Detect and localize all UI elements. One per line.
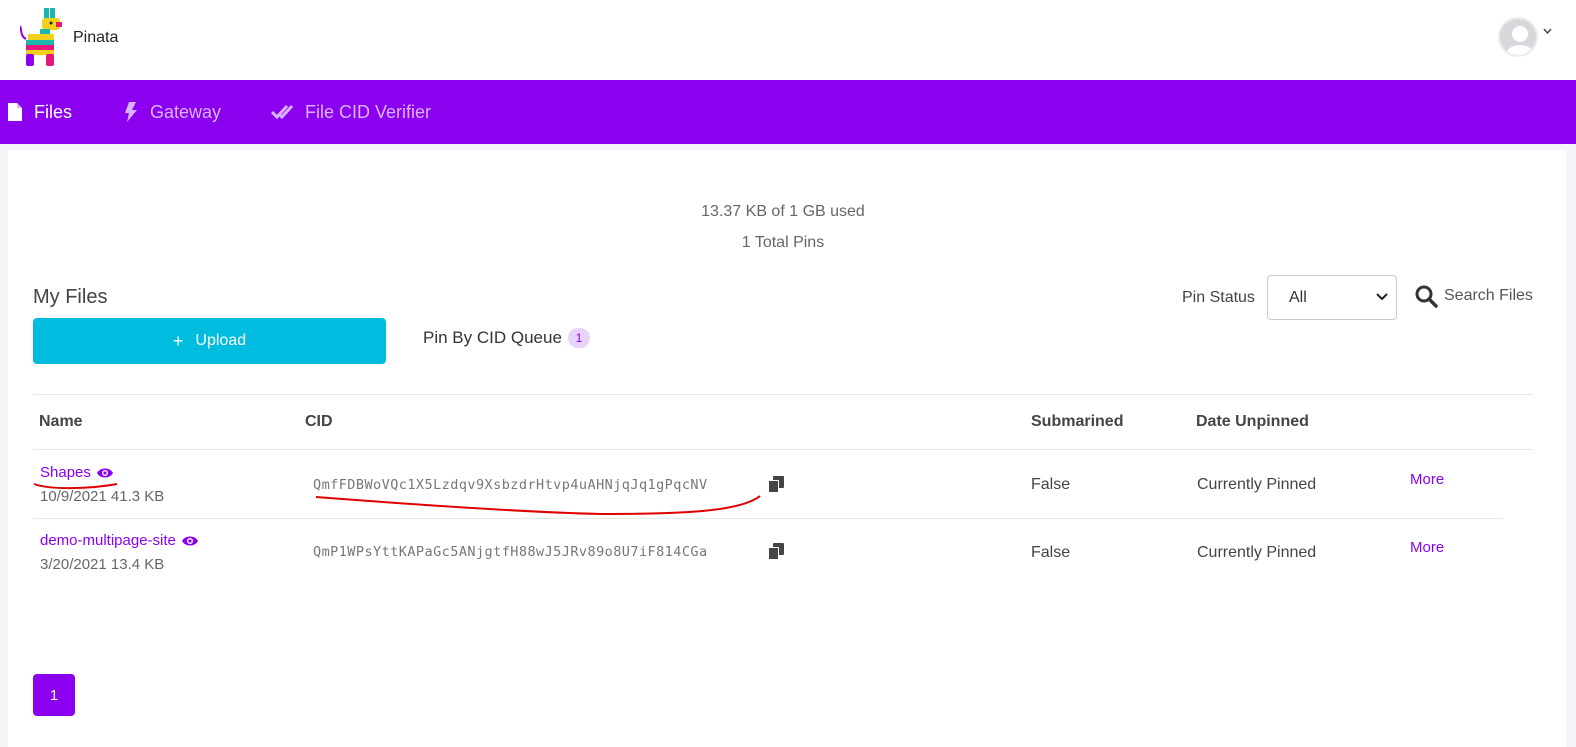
column-header-submarined: Submarined bbox=[1031, 413, 1124, 430]
file-name: demo-multipage-site bbox=[40, 532, 176, 549]
pagination-page-button[interactable]: 1 bbox=[33, 674, 75, 716]
double-check-icon bbox=[271, 104, 293, 120]
copy-icon[interactable] bbox=[768, 476, 784, 493]
chevron-down-icon bbox=[1376, 293, 1388, 301]
date-unpinned-value: Currently Pinned bbox=[1197, 544, 1317, 561]
pin-status-value: All bbox=[1289, 288, 1307, 306]
upload-label: Upload bbox=[195, 332, 247, 349]
queue-label: Pin By CID Queue bbox=[423, 328, 562, 347]
file-name: Shapes bbox=[40, 464, 91, 481]
file-cid: QmP1WPsYttKAPaGc5ANjgtfH88wJ5JRv89o8U7iF… bbox=[313, 544, 708, 560]
user-avatar-icon[interactable] bbox=[1498, 17, 1538, 57]
row-divider bbox=[33, 518, 1503, 519]
more-link[interactable]: More bbox=[1410, 471, 1444, 488]
eye-icon[interactable] bbox=[96, 467, 114, 479]
plus-icon: + bbox=[172, 330, 184, 351]
table-header-divider bbox=[33, 449, 1533, 450]
section-title: My Files bbox=[33, 286, 108, 308]
file-name-link[interactable]: Shapes bbox=[40, 464, 114, 481]
nav-item-gateway[interactable]: Gateway bbox=[124, 80, 221, 144]
column-header-date-unpinned: Date Unpinned bbox=[1196, 413, 1309, 430]
nav-item-file-cid-verifier[interactable]: File CID Verifier bbox=[271, 80, 431, 144]
submarined-value: False bbox=[1031, 544, 1071, 561]
date-unpinned-value: Currently Pinned bbox=[1197, 476, 1317, 493]
upload-button[interactable]: + Upload bbox=[33, 318, 386, 364]
total-pins: 1 Total Pins bbox=[741, 234, 825, 251]
chevron-down-icon[interactable] bbox=[1543, 26, 1552, 37]
storage-usage: 13.37 KB of 1 GB used bbox=[701, 203, 865, 220]
pinata-logo-icon[interactable] bbox=[20, 6, 64, 68]
search-icon bbox=[1415, 285, 1438, 308]
pin-by-cid-queue-link[interactable]: Pin By CID Queue 1 bbox=[423, 328, 590, 348]
main-nav: Files Gateway File CID Verifier bbox=[0, 80, 1576, 144]
nav-item-files[interactable]: Files bbox=[8, 80, 72, 144]
bolt-icon bbox=[125, 102, 137, 122]
top-bar: Pinata bbox=[0, 0, 1576, 80]
brand-name: Pinata bbox=[73, 29, 119, 46]
nav-item-label: Files bbox=[34, 101, 73, 122]
copy-icon[interactable] bbox=[768, 543, 784, 560]
nav-item-label: File CID Verifier bbox=[305, 101, 432, 122]
eye-icon[interactable] bbox=[181, 535, 199, 547]
column-header-name: Name bbox=[39, 413, 83, 430]
file-meta: 10/9/2021 41.3 KB bbox=[40, 488, 165, 505]
table-top-divider bbox=[33, 394, 1533, 395]
column-header-cid: CID bbox=[305, 413, 333, 430]
file-cid: QmfFDBWoVQc1X5Lzdqv9XsbzdrHtvp4uAHNjqJq1… bbox=[313, 477, 708, 493]
more-link[interactable]: More bbox=[1410, 539, 1444, 556]
pin-status-select[interactable]: All bbox=[1267, 275, 1397, 320]
nav-item-label: Gateway bbox=[150, 101, 222, 122]
queue-count-badge: 1 bbox=[567, 328, 590, 348]
search-files-button[interactable]: Search Files bbox=[1414, 284, 1533, 308]
file-name-link[interactable]: demo-multipage-site bbox=[40, 532, 199, 549]
file-icon bbox=[8, 103, 22, 121]
pin-status-label: Pin Status bbox=[1182, 289, 1255, 306]
file-meta: 3/20/2021 13.4 KB bbox=[40, 556, 165, 573]
submarined-value: False bbox=[1031, 476, 1071, 493]
search-label: Search Files bbox=[1444, 287, 1533, 304]
